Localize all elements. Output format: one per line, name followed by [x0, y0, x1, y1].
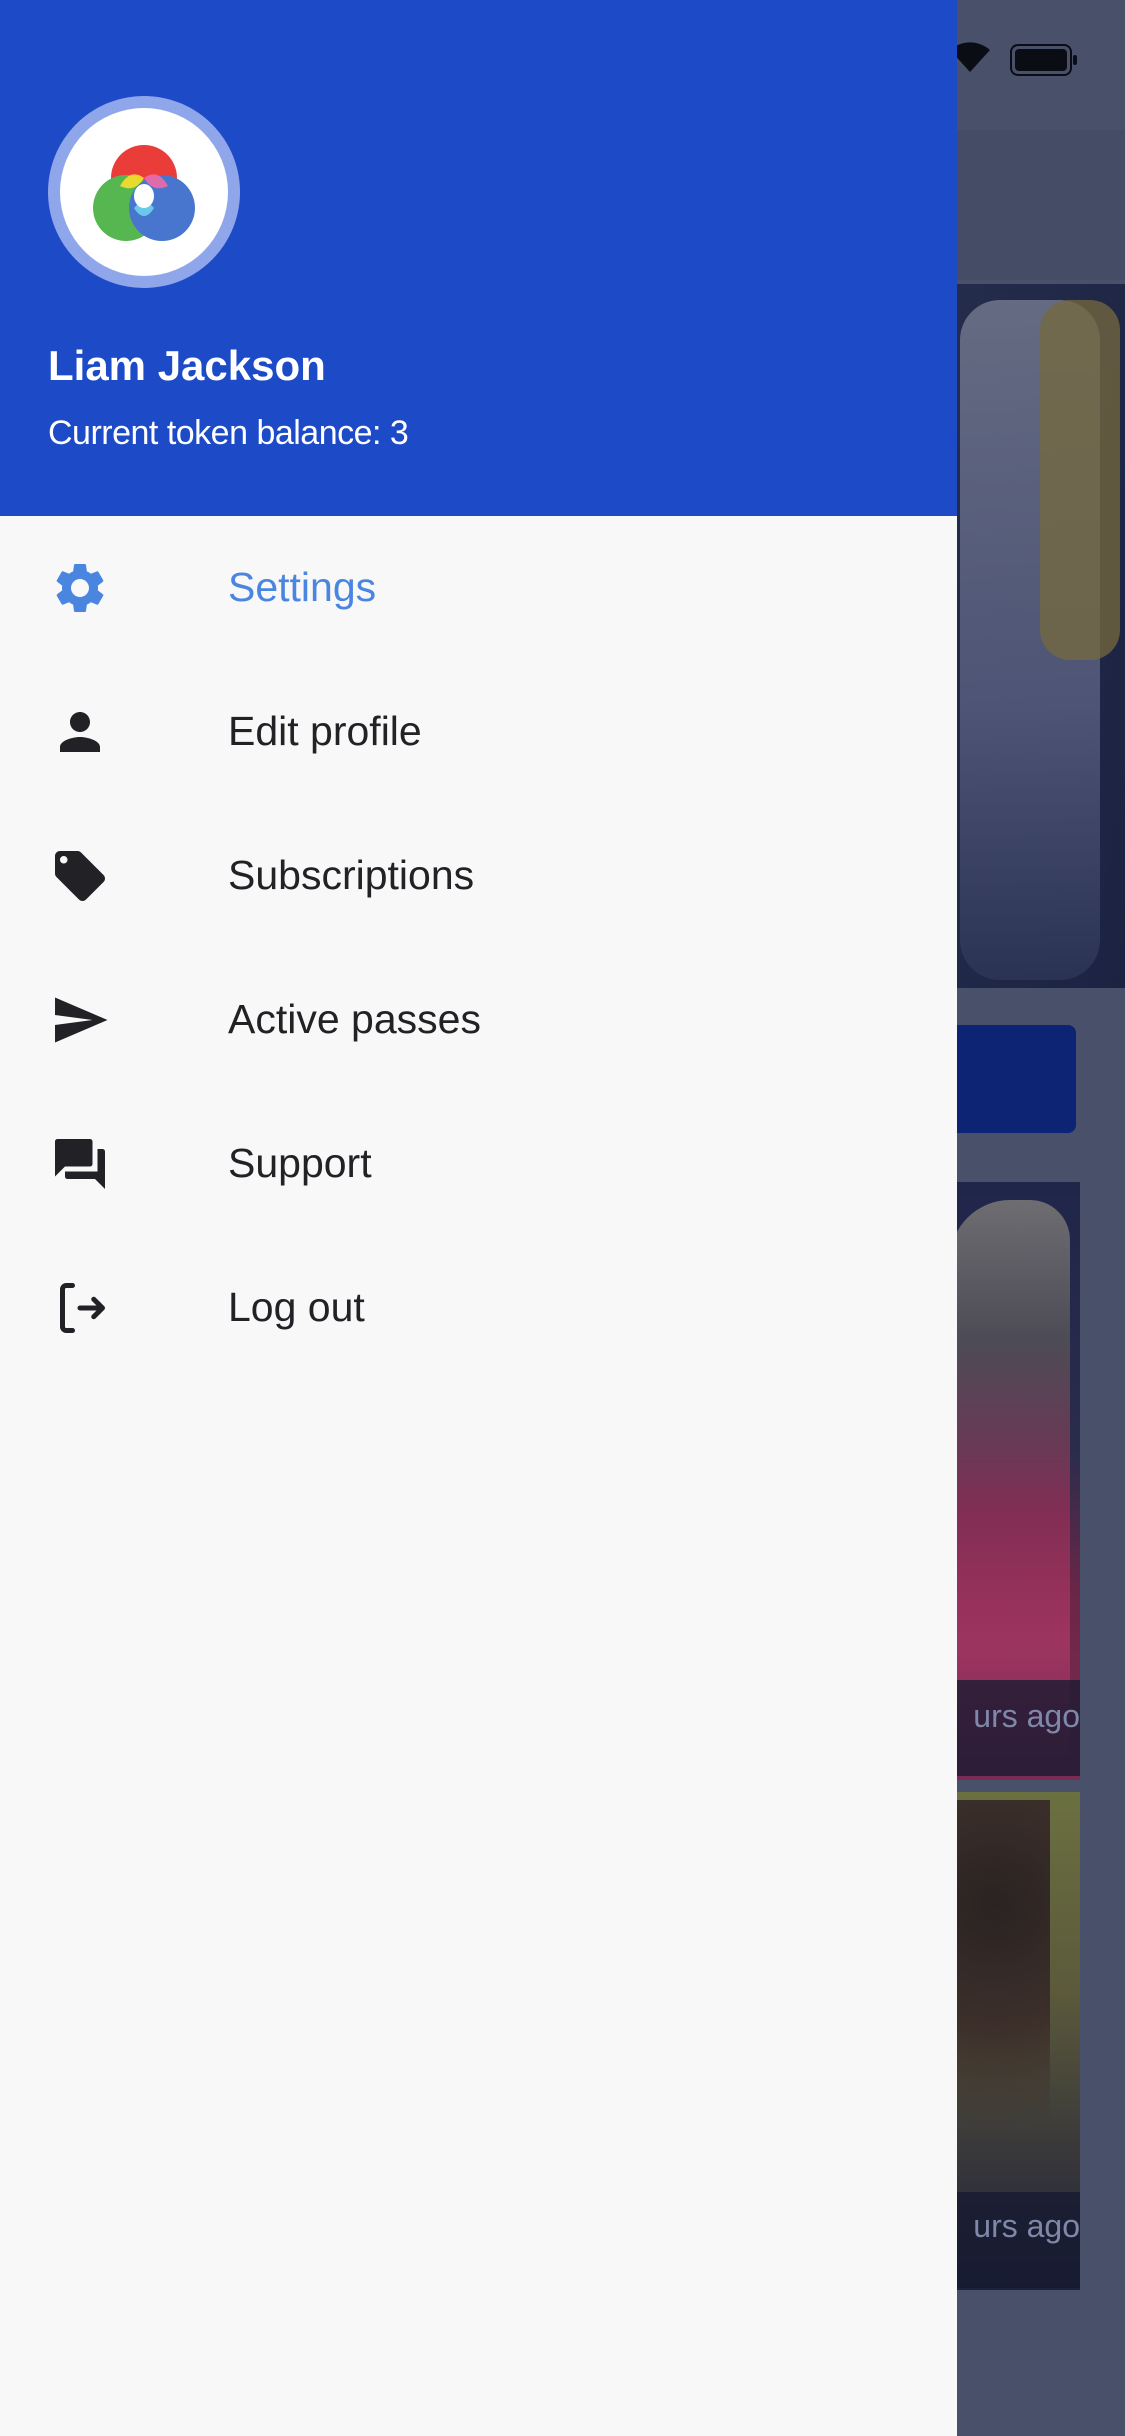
menu-item-support[interactable]: Support	[0, 1092, 957, 1236]
menu-item-log-out[interactable]: Log out	[0, 1236, 957, 1380]
rgb-circles-logo-icon	[93, 145, 195, 241]
battery-icon	[1010, 44, 1077, 76]
avatar[interactable]	[48, 96, 240, 288]
menu-item-active-passes[interactable]: Active passes	[0, 948, 957, 1092]
menu-item-label: Support	[228, 1140, 372, 1186]
menu-item-label: Settings	[228, 564, 377, 610]
menu-item-subscriptions[interactable]: Subscriptions	[0, 804, 957, 948]
gear-icon	[56, 564, 104, 612]
navigation-drawer: Liam Jackson Current token balance: 3 Se…	[0, 0, 957, 2436]
card-image	[950, 1200, 1070, 1760]
logout-icon	[60, 1283, 105, 1333]
menu-item-label: Edit profile	[228, 708, 422, 754]
drawer-header: Liam Jackson Current token balance: 3	[0, 0, 957, 516]
user-name: Liam Jackson	[48, 342, 326, 389]
menu-item-label: Active passes	[228, 996, 481, 1042]
menu-item-label: Log out	[228, 1284, 365, 1330]
tag-icon	[55, 851, 105, 901]
menu-item-settings[interactable]: Settings	[0, 516, 957, 660]
app-logo	[60, 108, 228, 276]
hero-figure-jacket	[1040, 300, 1120, 660]
menu-item-label: Subscriptions	[228, 852, 475, 898]
menu-item-edit-profile[interactable]: Edit profile	[0, 660, 957, 804]
token-balance: Current token balance: 3	[48, 414, 409, 452]
card-timestamp: urs ago	[973, 1698, 1080, 1734]
forum-icon	[55, 1139, 105, 1189]
card-timestamp: urs ago	[973, 2208, 1080, 2244]
person-icon	[60, 712, 100, 752]
send-icon	[55, 997, 108, 1043]
